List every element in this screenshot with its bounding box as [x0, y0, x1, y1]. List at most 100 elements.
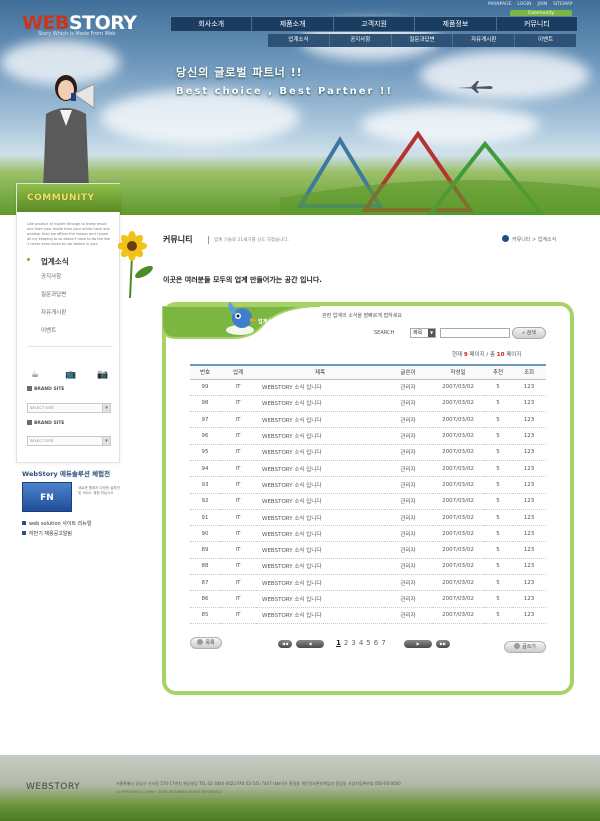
cell-recommend: 5: [484, 395, 512, 413]
nav-item-company[interactable]: 회사소개: [171, 17, 253, 31]
coffee-icon[interactable]: ☕: [31, 370, 39, 380]
brand-site-select-2[interactable]: SELECT SITE ▾: [27, 436, 111, 446]
nav-item-support[interactable]: 고객지원: [334, 17, 416, 31]
subnav-item-notice[interactable]: 공지사항: [330, 34, 392, 47]
cell-number: 96: [190, 427, 220, 445]
sidebar-item-event[interactable]: 이벤트: [41, 326, 56, 334]
camera-icon[interactable]: 📷: [97, 370, 108, 380]
table-row[interactable]: 94 IT WEBSTORY 소식 입니다 관리자 2007/03/02 5 123: [190, 460, 546, 478]
sidebar-item-notice[interactable]: 공지사항: [41, 272, 61, 280]
table-row[interactable]: 96 IT WEBSTORY 소식 입니다 관리자 2007/03/02 5 123: [190, 427, 546, 445]
table-row[interactable]: 95 IT WEBSTORY 소식 입니다 관리자 2007/03/02 5 123: [190, 444, 546, 461]
cell-title[interactable]: WEBSTORY 소식 입니다: [256, 395, 384, 413]
cell-title[interactable]: WEBSTORY 소식 입니다: [256, 493, 384, 510]
cell-recommend: 5: [484, 476, 512, 494]
subnav-item-free-board[interactable]: 자유게시판: [453, 34, 516, 47]
page-info-current: 9: [463, 352, 468, 358]
page-number[interactable]: 6: [374, 639, 378, 647]
search-button[interactable]: ⌕ 검색: [512, 327, 546, 339]
util-link-login[interactable]: LOGIN: [517, 2, 531, 7]
search-input[interactable]: [440, 328, 510, 338]
cell-title[interactable]: WEBSTORY 소식 입니다: [256, 590, 384, 608]
table-row[interactable]: 97 IT WEBSTORY 소식 입니다 관리자 2007/03/02 5 123: [190, 411, 546, 429]
cell-title[interactable]: WEBSTORY 소식 입니다: [256, 411, 384, 429]
cell-title[interactable]: WEBSTORY 소식 입니다: [256, 574, 384, 592]
next-page-button[interactable]: ▶: [404, 640, 432, 648]
brand-select-value: SELECT SITE: [30, 438, 54, 443]
cell-number: 91: [190, 509, 220, 527]
cell-views: 123: [512, 525, 546, 543]
subnav-item-qna[interactable]: 질문과답변: [392, 34, 454, 47]
search-field-select[interactable]: 제목 ▼: [410, 328, 436, 338]
cell-title[interactable]: WEBSTORY 소식 입니다: [256, 558, 384, 576]
sidebar-item-free-board[interactable]: 자유게시판: [41, 308, 66, 316]
last-page-button[interactable]: ▶▶: [436, 640, 450, 648]
col-header-title[interactable]: 제목: [256, 364, 384, 380]
brand-site-select[interactable]: SELECT SITE ▾: [27, 403, 111, 413]
promo-title[interactable]: WebStory 에듀솔루션 체험전: [22, 468, 110, 478]
table-row[interactable]: 89 IT WEBSTORY 소식 입니다 관리자 2007/03/02 5 123: [190, 541, 546, 559]
table-row[interactable]: 85 IT WEBSTORY 소식 입니다 관리자 2007/03/02 5 123: [190, 607, 546, 624]
first-page-button[interactable]: ◀◀: [278, 640, 292, 648]
square-bullet-icon: [22, 521, 26, 525]
table-row[interactable]: 91 IT WEBSTORY 소식 입니다 관리자 2007/03/02 5 123: [190, 509, 546, 527]
select-arrow-icon[interactable]: ▾: [102, 437, 110, 445]
nav-item-product-info[interactable]: 제품정보: [415, 17, 497, 31]
cell-recommend: 5: [484, 493, 512, 510]
page-number[interactable]: 2: [344, 639, 348, 647]
col-header-author: 글쓴이: [384, 364, 432, 380]
page-number[interactable]: 5: [366, 639, 370, 647]
util-link-sitemap[interactable]: SITEMAP: [553, 2, 572, 7]
write-button[interactable]: 글쓰기: [504, 641, 546, 653]
promo-link-recruit[interactable]: 하반기 채용공고알림: [22, 530, 72, 537]
cell-number: 99: [190, 379, 220, 396]
table-row[interactable]: 87 IT WEBSTORY 소식 입니다 관리자 2007/03/02 5 123: [190, 574, 546, 592]
cell-recommend: 5: [484, 525, 512, 543]
cell-date: 2007/03/02: [432, 460, 484, 478]
cell-title[interactable]: WEBSTORY 소식 입니다: [256, 509, 384, 527]
prev-page-button[interactable]: ◀: [296, 640, 324, 648]
table-row[interactable]: 86 IT WEBSTORY 소식 입니다 관리자 2007/03/02 5 123: [190, 590, 546, 608]
util-link-join[interactable]: JOIN: [538, 2, 548, 7]
table-row[interactable]: 98 IT WEBSTORY 소식 입니다 관리자 2007/03/02 5 123: [190, 395, 546, 413]
cell-date: 2007/03/02: [432, 541, 484, 559]
list-button[interactable]: 목록: [190, 637, 222, 649]
cell-title[interactable]: WEBSTORY 소식 입니다: [256, 476, 384, 494]
cell-title[interactable]: WEBSTORY 소식 입니다: [256, 427, 384, 445]
util-link-mainpage[interactable]: MAINPAGE: [488, 2, 511, 7]
select-arrow-icon[interactable]: ▾: [102, 404, 110, 412]
cell-title[interactable]: WEBSTORY 소식 입니다: [256, 460, 384, 478]
promo-banner[interactable]: FN: [22, 482, 72, 512]
cell-number: 88: [190, 558, 220, 576]
table-row[interactable]: 99 IT WEBSTORY 소식 입니다 관리자 2007/03/02 5 123: [190, 379, 546, 396]
sidebar-item-qna[interactable]: 질문과답변: [41, 290, 66, 298]
nav-item-community[interactable]: 커뮤니티: [497, 17, 577, 31]
table-row[interactable]: 88 IT WEBSTORY 소식 입니다 관리자 2007/03/02 5 123: [190, 558, 546, 576]
page-number[interactable]: 1: [336, 639, 341, 647]
sidebar-section-title[interactable]: 업계소식: [41, 256, 69, 267]
community-title: COMMUNITY: [27, 193, 95, 203]
table-row[interactable]: 92 IT WEBSTORY 소식 입니다 관리자 2007/03/02 5 123: [190, 493, 546, 510]
page-number[interactable]: 3: [351, 639, 355, 647]
cell-title[interactable]: WEBSTORY 소식 입니다: [256, 607, 384, 624]
breadcrumb[interactable]: 커뮤니티 > 업계소식: [512, 236, 556, 243]
cell-title[interactable]: WEBSTORY 소식 입니다: [256, 379, 384, 396]
nav-item-products[interactable]: 제품소개: [252, 17, 334, 31]
board-tab-label[interactable]: 업계소식: [258, 318, 276, 325]
footer-logo[interactable]: WEBSTORY: [26, 782, 80, 792]
cell-title[interactable]: WEBSTORY 소식 입니다: [256, 444, 384, 461]
cell-author: 관리자: [384, 427, 432, 445]
table-row[interactable]: 93 IT WEBSTORY 소식 입니다 관리자 2007/03/02 5 123: [190, 476, 546, 494]
page-number[interactable]: 7: [381, 639, 385, 647]
promo-link-renewal[interactable]: web solution 사이트 리뉴얼: [22, 520, 92, 527]
subnav-item-industry-news[interactable]: 업계소식: [268, 34, 330, 47]
subnav-item-event[interactable]: 이벤트: [515, 34, 576, 47]
col-header-number: 번호: [190, 364, 220, 380]
select-arrow-icon[interactable]: ▼: [428, 329, 435, 337]
cell-title[interactable]: WEBSTORY 소식 입니다: [256, 525, 384, 543]
tv-icon[interactable]: 📺: [65, 370, 76, 380]
page-number[interactable]: 4: [359, 639, 363, 647]
table-row[interactable]: 90 IT WEBSTORY 소식 입니다 관리자 2007/03/02 5 123: [190, 525, 546, 543]
cell-title[interactable]: WEBSTORY 소식 입니다: [256, 541, 384, 559]
cell-industry: IT: [220, 541, 256, 559]
